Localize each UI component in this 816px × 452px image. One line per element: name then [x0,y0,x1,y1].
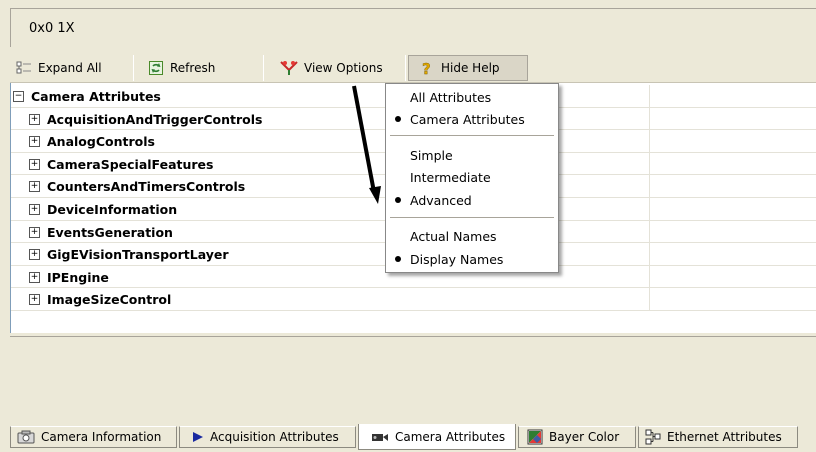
tree-item-label: GigEVisionTransportLayer [47,247,229,263]
expand-icon[interactable]: + [29,204,40,215]
tree-item-label: DeviceInformation [47,202,178,217]
status-panel: 0x0 1X [10,8,816,47]
menu-item-display-names[interactable]: Display Names [386,248,558,270]
column-divider [649,152,650,175]
menu-item-label: All Attributes [410,90,492,105]
tab-bayer-color[interactable]: Bayer Color [518,426,636,448]
menu-item-label: Actual Names [410,229,497,244]
tree-item[interactable]: + ImageSizeControl [11,288,816,311]
expand-icon[interactable]: + [29,249,40,261]
column-divider [649,198,650,220]
hide-help-label: Hide Help [441,61,500,75]
help-panel [10,336,816,423]
tab-camera-attributes-label: Camera Attributes [395,429,506,444]
tree-item-label: CountersAndTimersControls [47,179,246,195]
tree-item-label: AcquisitionAndTriggerControls [47,111,263,127]
tree-item-label: ImageSizeControl [47,292,172,308]
column-divider [649,220,650,243]
expand-icon[interactable]: + [29,181,40,193]
expand-icon[interactable]: + [29,271,40,283]
tab-camera-information[interactable]: Camera Information [10,426,177,448]
view-options-icon [280,61,298,75]
help-icon: ? [422,60,431,76]
video-camera-icon [372,433,388,441]
refresh-icon [149,61,163,75]
tab-ethernet-attributes[interactable]: Ethernet Attributes [638,426,798,448]
menu-separator [390,217,554,218]
expand-icon[interactable]: + [29,136,40,148]
refresh-button[interactable]: Refresh [136,55,264,81]
tab-acquisition-attributes[interactable]: Acquisition Attributes [179,426,356,448]
menu-item-actual-names[interactable]: Actual Names [386,225,558,247]
expand-all-label: Expand All [38,61,102,75]
expand-icon[interactable]: + [29,113,40,125]
column-divider [649,107,650,130]
column-divider [649,288,650,310]
expand-icon[interactable]: + [29,158,40,170]
menu-item-intermediate[interactable]: Intermediate [386,166,558,188]
tree-item-label: AnalogControls [47,134,155,150]
tree-item-label: CameraSpecialFeatures [47,156,214,172]
network-icon [645,429,661,445]
expand-all-button[interactable]: Expand All [10,55,134,81]
column-divider [649,175,650,197]
menu-item-label: Advanced [410,193,472,208]
refresh-label: Refresh [170,61,216,75]
toolbar: Expand All Refresh View Options ? Hide H… [10,54,816,83]
play-icon [193,432,203,442]
tab-bar: Camera Information Acquisition Attribute… [10,424,816,450]
tab-ethernet-attributes-label: Ethernet Attributes [667,430,782,444]
menu-item-simple[interactable]: Simple [386,144,558,166]
menu-item-camera-attributes[interactable]: Camera Attributes [386,108,558,130]
zoom-readout: 0x0 1X [29,21,75,36]
bayer-color-icon [527,429,543,445]
expand-all-icon [16,61,31,74]
selected-bullet-icon [395,197,401,203]
expand-icon[interactable]: + [29,226,40,238]
column-divider [649,85,650,107]
menu-item-label: Camera Attributes [410,112,525,127]
column-divider [649,243,650,265]
view-options-button[interactable]: View Options [266,55,406,81]
tab-acquisition-attributes-label: Acquisition Attributes [210,430,339,444]
hide-help-button[interactable]: ? Hide Help [408,55,528,81]
tree-item-label: IPEngine [47,269,109,285]
menu-item-label: Display Names [410,252,504,267]
expand-icon[interactable]: + [29,294,40,306]
collapse-icon[interactable]: − [13,91,24,102]
menu-item-label: Simple [410,148,453,163]
column-divider [649,130,650,152]
tab-camera-information-label: Camera Information [41,430,162,444]
camera-info-icon [17,430,35,444]
menu-separator [390,135,554,136]
tab-camera-attributes[interactable]: Camera Attributes [358,424,516,450]
selected-bullet-icon [395,256,401,262]
menu-item-advanced[interactable]: Advanced [386,189,558,211]
menu-item-label: Intermediate [410,170,491,185]
tree-item-label: EventsGeneration [47,224,173,240]
svg-text:?: ? [422,60,431,76]
tab-bayer-color-label: Bayer Color [549,430,620,444]
view-options-label: View Options [304,61,383,75]
menu-item-all-attributes[interactable]: All Attributes [386,86,558,108]
view-options-menu: All Attributes Camera Attributes Simple … [385,83,559,273]
column-divider [649,265,650,288]
tree-root-label: Camera Attributes [31,89,161,104]
selected-bullet-icon [395,116,401,122]
